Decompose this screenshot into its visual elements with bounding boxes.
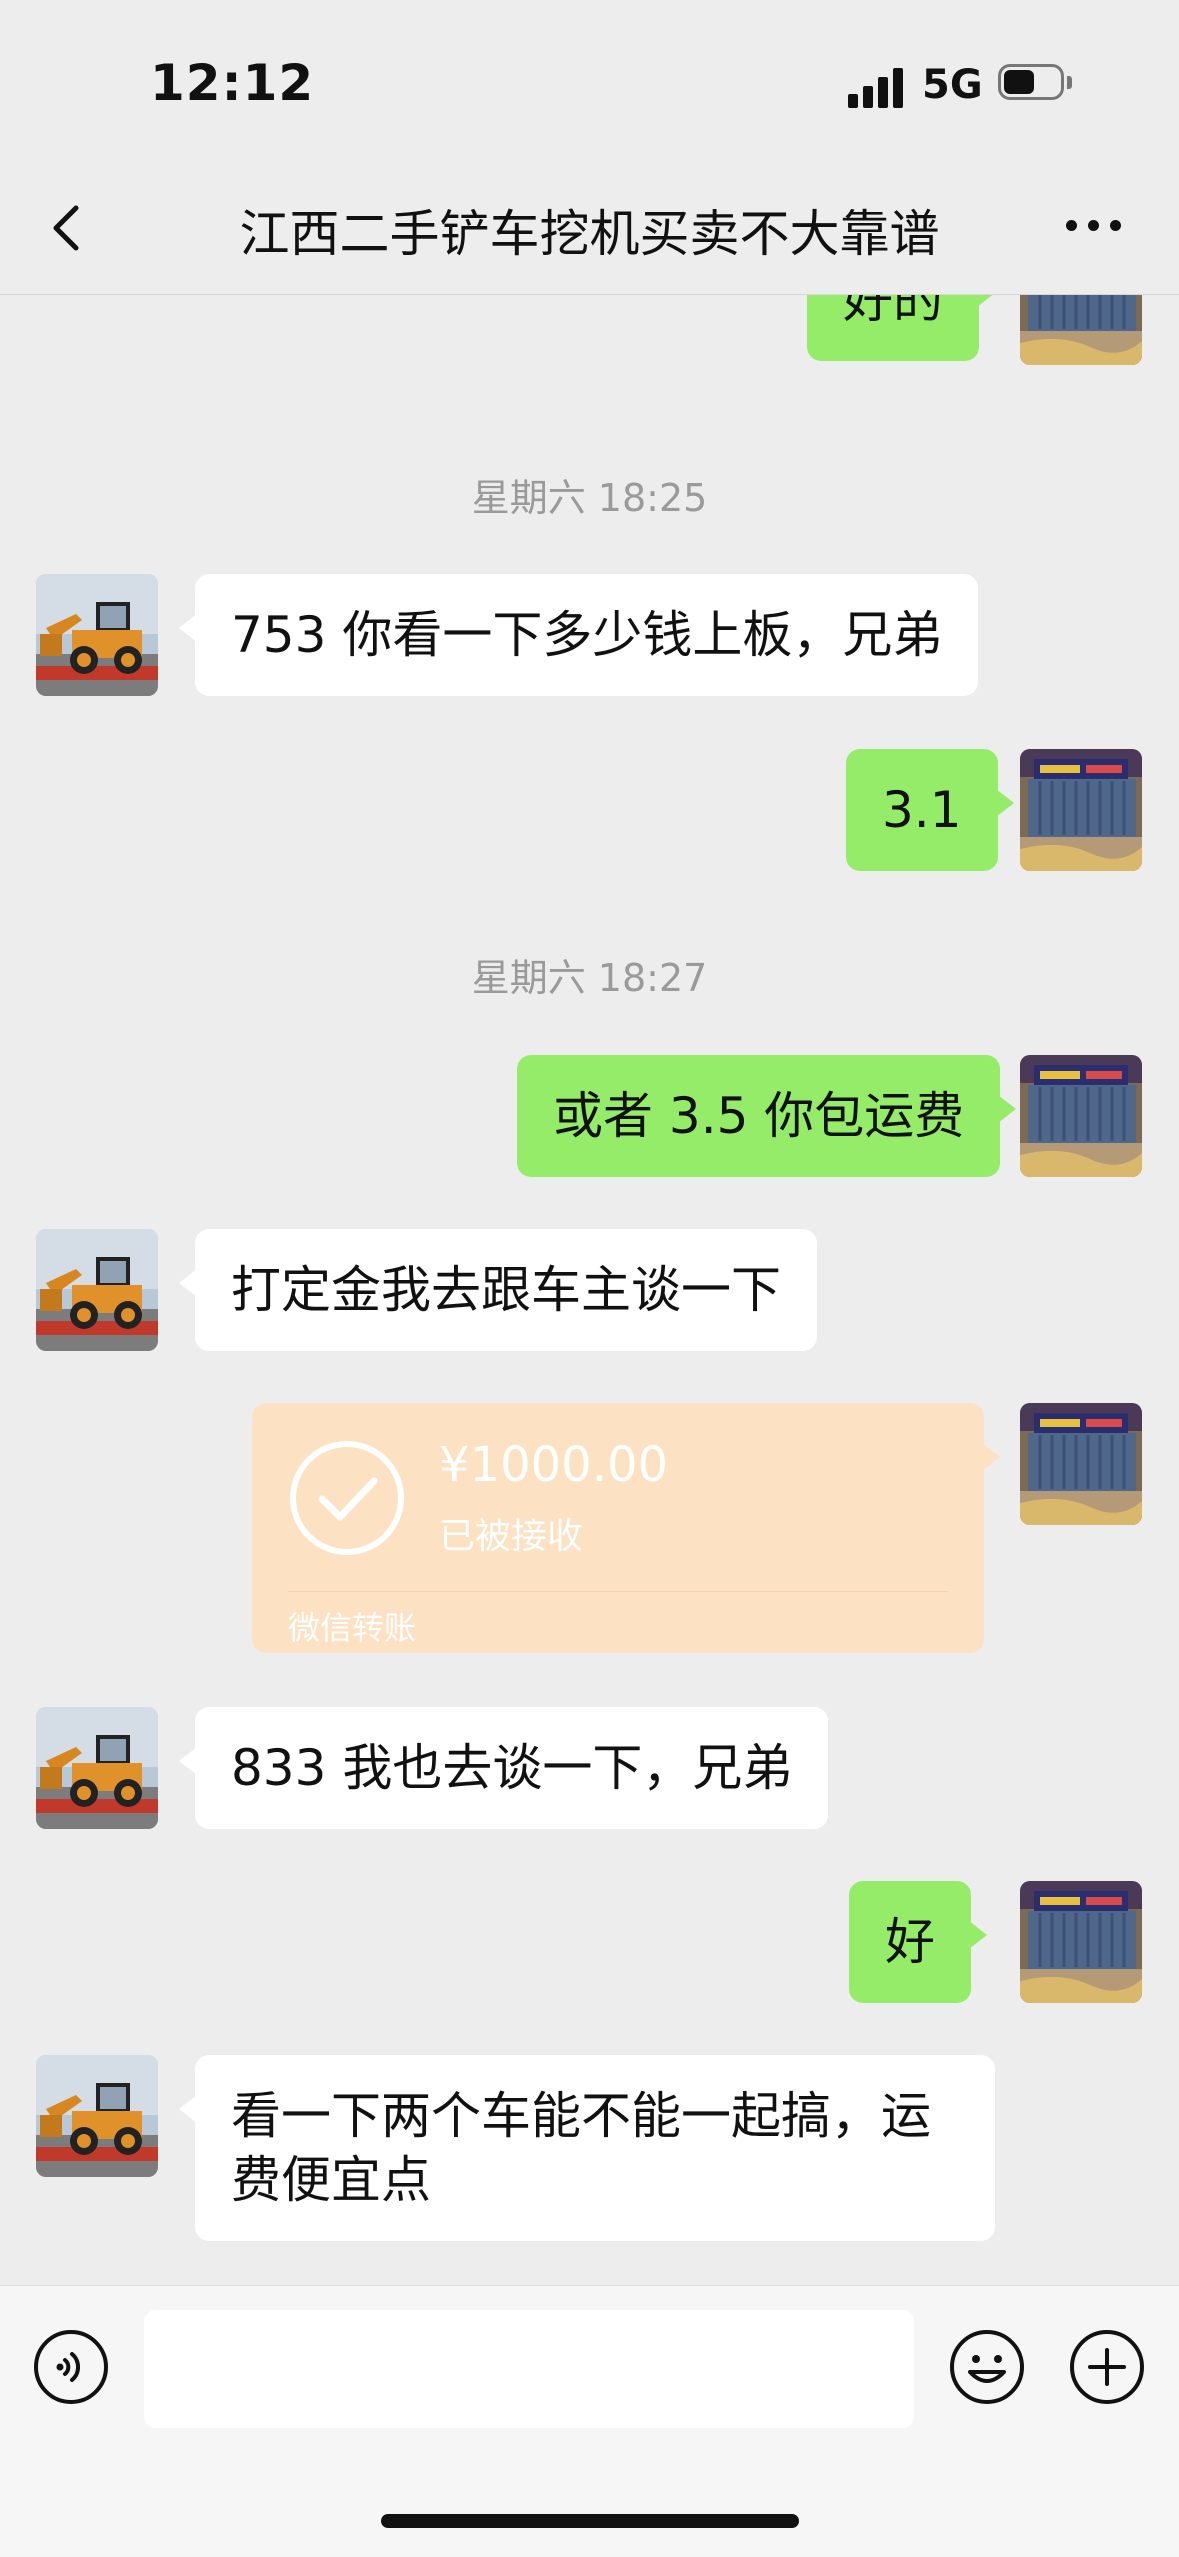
check-circle-icon — [290, 1441, 404, 1555]
transfer-card[interactable]: ¥1000.00 已被接收 微信转账 — [252, 1403, 1000, 1653]
message-bubble-sent[interactable]: 3.1 — [846, 749, 1014, 871]
battery-icon — [998, 64, 1074, 104]
network-type: 5G — [922, 62, 983, 108]
contact-avatar[interactable] — [36, 1707, 158, 1829]
message-bubble-received[interactable]: 看一下两个车能不能一起搞，运费便宜点 — [179, 2055, 995, 2241]
message-text: 看一下两个车能不能一起搞，运费便宜点 — [231, 2087, 931, 2209]
emoji-icon[interactable] — [948, 2328, 1026, 2406]
message-bubble-received[interactable]: 打定金我去跟车主谈一下 — [179, 1229, 817, 1351]
status-bar: 12:12 5G — [0, 0, 1179, 160]
signal-icon — [848, 64, 908, 108]
chat-title: 江西二手铲车挖机买卖不大靠谱 — [239, 205, 940, 263]
message-text: 753 你看一下多少钱上板，兄弟 — [231, 606, 943, 664]
my-avatar[interactable] — [1020, 295, 1142, 365]
my-avatar[interactable] — [1020, 1403, 1142, 1525]
message-bubble-sent[interactable]: 好的 — [807, 295, 995, 361]
my-avatar[interactable] — [1020, 1881, 1142, 2003]
plus-icon[interactable] — [1068, 2328, 1146, 2406]
chevron-left-icon[interactable] — [44, 204, 92, 252]
message-bubble-received[interactable]: 833 我也去谈一下，兄弟 — [178, 1707, 829, 1829]
transfer-amount: ¥1000.00 — [439, 1437, 669, 1493]
home-indicator[interactable] — [381, 2514, 799, 2528]
message-bubble-sent[interactable]: 或者 3.5 你包运费 — [517, 1055, 1017, 1177]
timestamp: 星期六 18:27 — [471, 956, 708, 1000]
my-avatar[interactable] — [1020, 1055, 1142, 1177]
input-bar — [0, 2285, 1179, 2557]
timestamp: 星期六 18:25 — [471, 476, 708, 520]
transfer-caption: 微信转账 — [288, 1609, 417, 1647]
message-bubble-received[interactable]: 753 你看一下多少钱上板，兄弟 — [178, 574, 979, 696]
transfer-divider — [288, 1591, 948, 1592]
voice-icon[interactable] — [32, 2328, 110, 2406]
message-text: 好的 — [843, 295, 943, 329]
message-bubble-sent[interactable]: 好 — [849, 1881, 987, 2003]
message-text: 打定金我去跟车主谈一下 — [231, 1261, 781, 1319]
status-time: 12:12 — [150, 54, 315, 112]
contact-avatar[interactable] — [36, 1229, 158, 1351]
nav-bar: 江西二手铲车挖机买卖不大靠谱 — [0, 160, 1179, 295]
message-text: 或者 3.5 你包运费 — [553, 1087, 965, 1145]
more-dots-icon[interactable] — [1064, 216, 1124, 236]
message-text: 833 我也去谈一下，兄弟 — [231, 1739, 793, 1797]
my-avatar[interactable] — [1020, 749, 1142, 871]
message-text: 好 — [885, 1913, 935, 1971]
contact-avatar[interactable] — [36, 2055, 158, 2177]
contact-avatar[interactable] — [36, 574, 158, 696]
transfer-status: 已被接收 — [439, 1516, 584, 1557]
chat-messages[interactable]: 好的 星期六 18:25 753 你看一下多少钱上板，兄弟 3.1 星期六 18… — [0, 295, 1179, 2285]
message-input[interactable] — [144, 2310, 914, 2428]
message-text: 3.1 — [882, 781, 962, 839]
